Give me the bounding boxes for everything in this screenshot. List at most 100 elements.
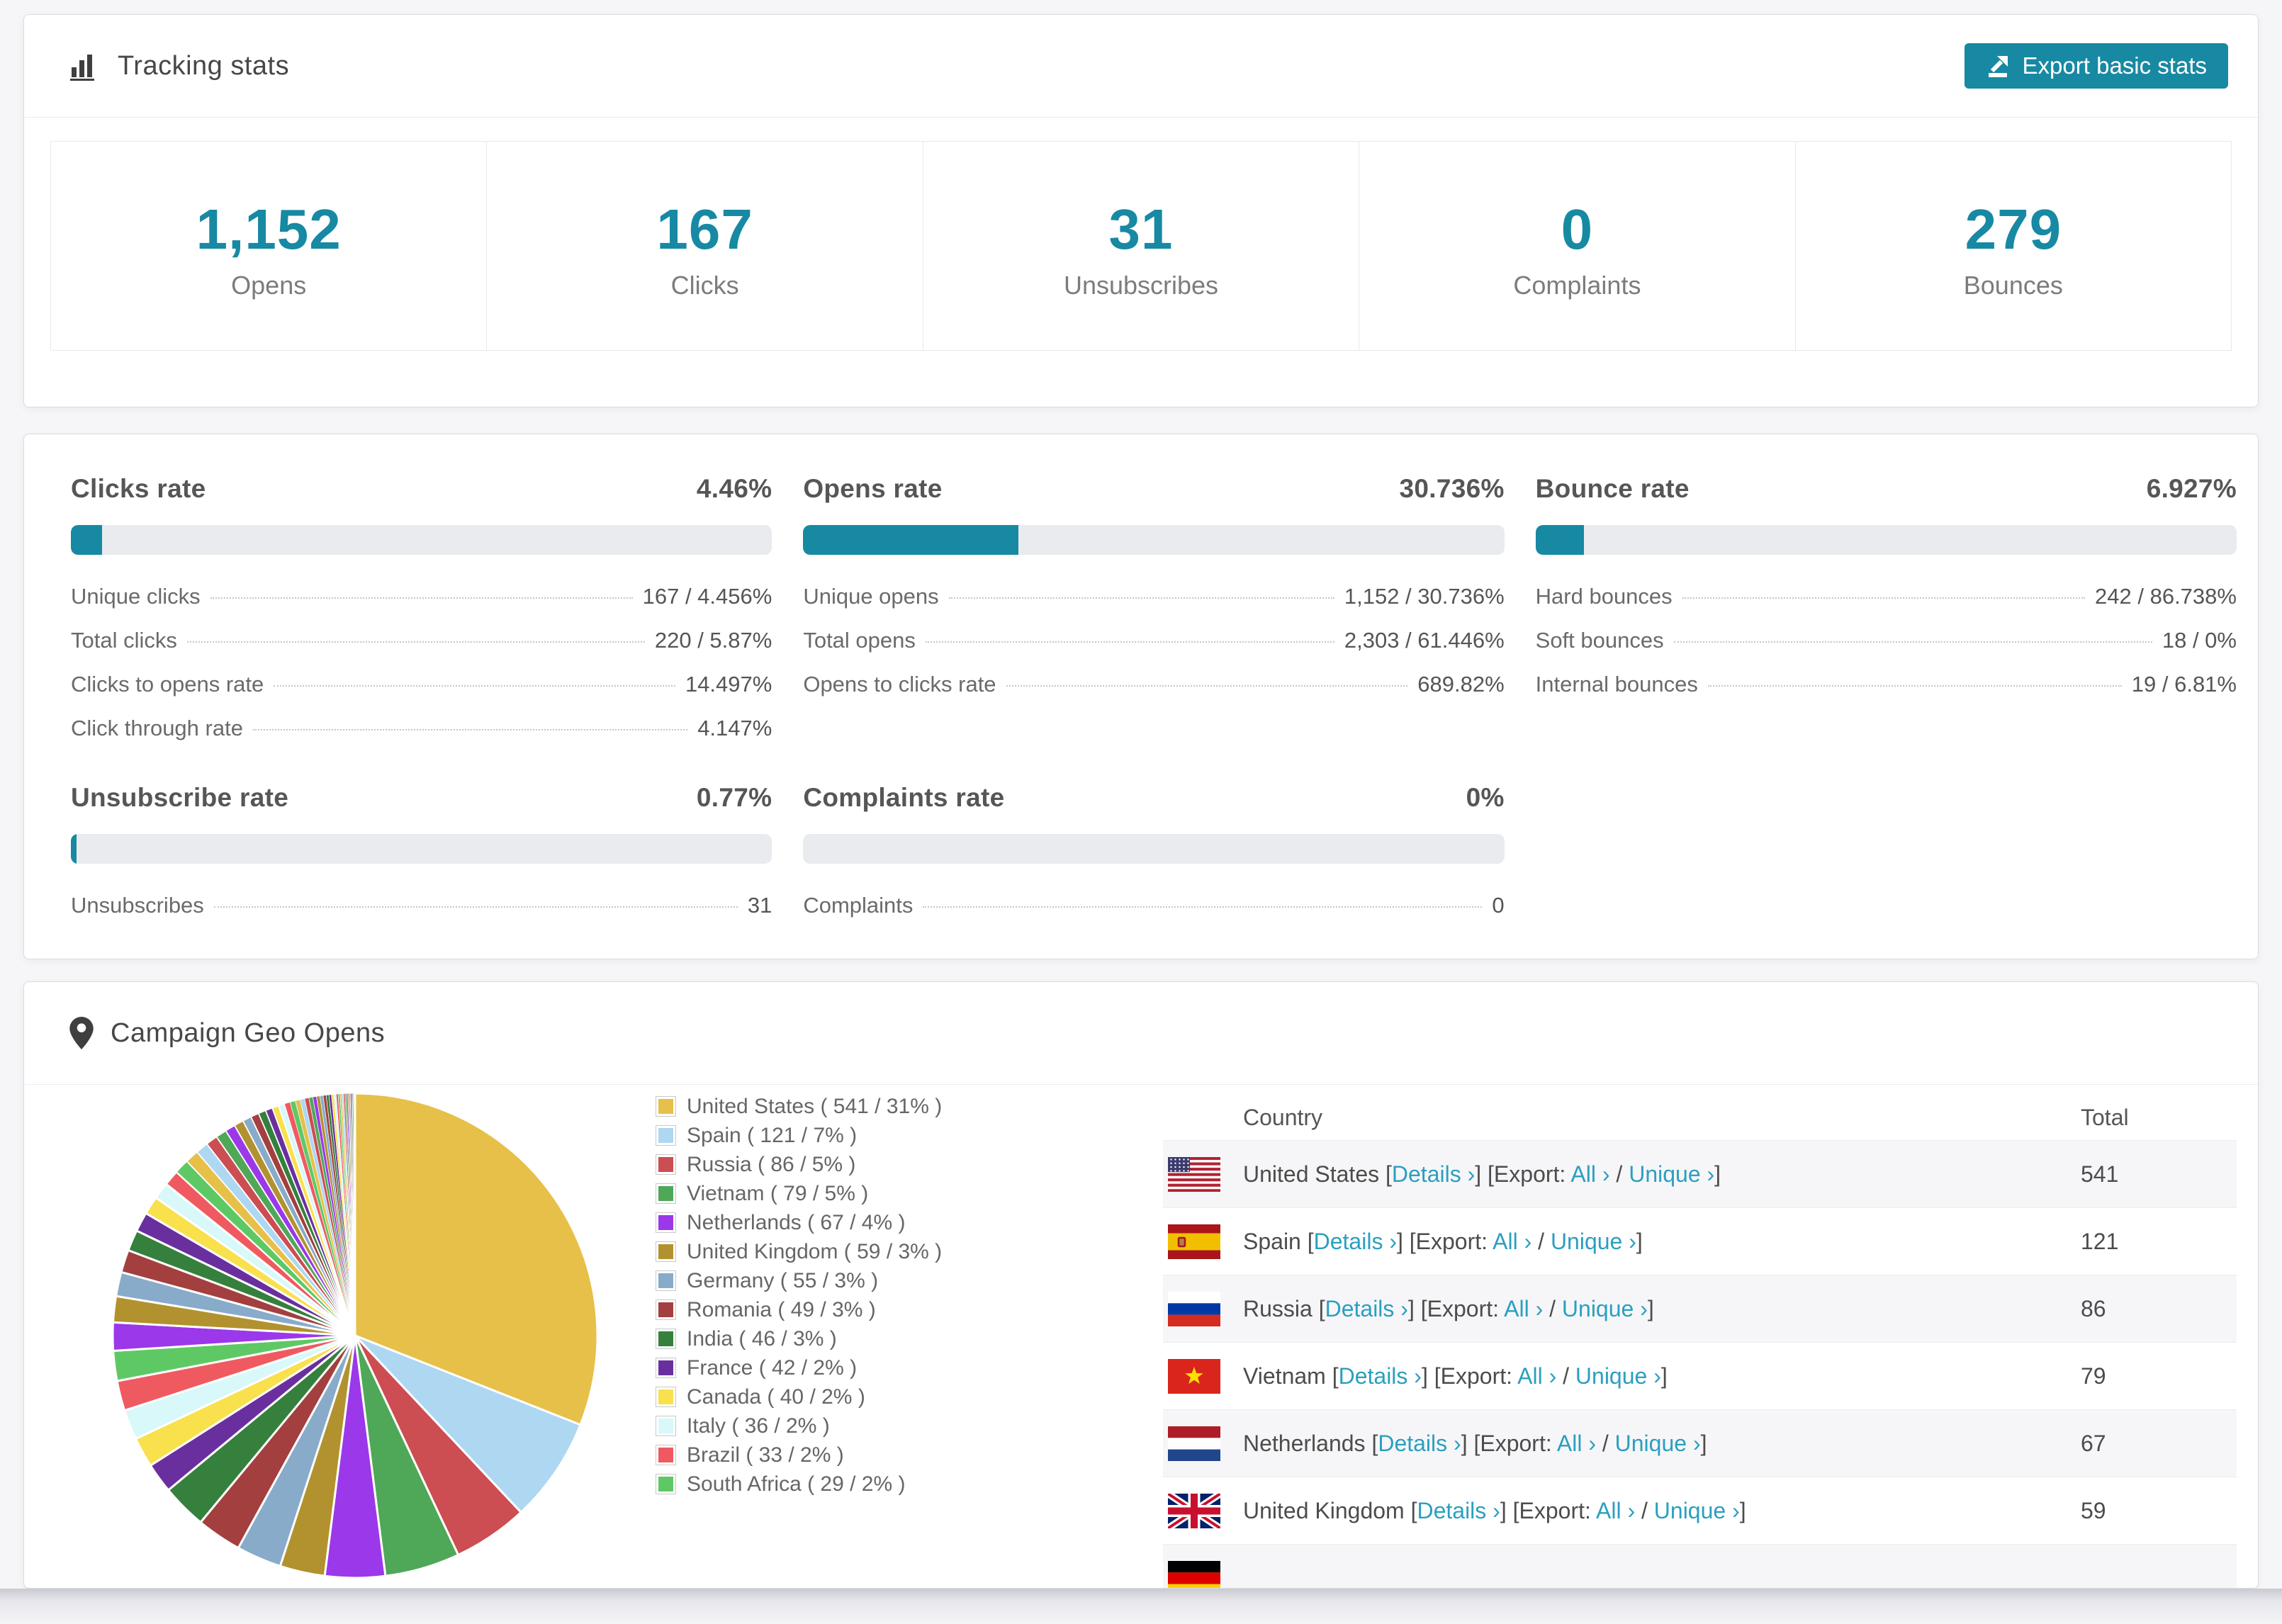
legend-swatch [656, 1387, 675, 1406]
rate-head: Bounce rate 6.927% [1536, 474, 2237, 504]
rate-row: Hard bounces 242 / 86.738% [1536, 575, 2237, 619]
dotted-leader [923, 906, 1483, 908]
table-row-partial [1163, 1544, 2237, 1588]
legend-item[interactable]: United Kingdom ( 59 / 3% ) [656, 1237, 942, 1266]
export-all-link[interactable]: All › [1517, 1363, 1556, 1389]
rate-row-value: 689.82% [1417, 672, 1505, 697]
export-unique-link[interactable]: Unique › [1551, 1229, 1636, 1254]
legend-item[interactable]: Brazil ( 33 / 2% ) [656, 1440, 942, 1470]
export-unique-link[interactable]: Unique › [1654, 1498, 1740, 1523]
legend-label: Vietnam ( 79 / 5% ) [687, 1181, 869, 1205]
export-unique-link[interactable]: Unique › [1575, 1363, 1661, 1389]
rate-block-bounce-rate: Bounce rate 6.927% Hard bounces 242 / 86.73… [1535, 474, 2237, 750]
rate-row-value: 167 / 4.456% [642, 584, 772, 609]
country-cell: Russia [Details ›] [Export: All › / Uniq… [1243, 1295, 1654, 1321]
rate-row-value: 0 [1492, 893, 1505, 918]
export-basic-stats-button[interactable]: Export basic stats [1964, 43, 2228, 89]
legend-label: Spain ( 121 / 7% ) [687, 1123, 858, 1147]
rate-row-label: Unsubscribes [71, 893, 204, 918]
details-link[interactable]: Details › [1339, 1363, 1422, 1389]
rate-value: 30.736% [1399, 474, 1505, 503]
export-all-link[interactable]: All › [1557, 1431, 1596, 1456]
legend-item[interactable]: Italy ( 36 / 2% ) [656, 1411, 942, 1440]
legend-item[interactable]: Germany ( 55 / 3% ) [656, 1266, 942, 1295]
rate-row: Total clicks 220 / 5.87% [71, 619, 772, 662]
total-cell: 67 [2081, 1430, 2106, 1456]
export-unique-link[interactable]: Unique › [1615, 1431, 1701, 1456]
table-row: Vietnam [Details ›] [Export: All › / Uni… [1163, 1342, 2237, 1409]
dotted-leader [1006, 685, 1408, 687]
table-row: United States [Details ›] [Export: All ›… [1163, 1140, 2237, 1207]
rate-block-clicks-rate: Clicks rate 4.46% Unique clicks 167 / 4.456… [71, 474, 772, 750]
legend-swatch [656, 1213, 675, 1232]
details-link[interactable]: Details › [1378, 1431, 1461, 1456]
stat-value: 31 [1108, 198, 1174, 261]
geo-title: Campaign Geo Opens [111, 1017, 386, 1048]
legend-swatch [656, 1242, 675, 1261]
legend-item[interactable]: Netherlands ( 67 / 4% ) [656, 1208, 942, 1237]
legend-item[interactable]: India ( 46 / 3% ) [656, 1324, 942, 1353]
table-row: Russia [Details ›] [Export: All › / Uniq… [1163, 1275, 2237, 1342]
details-link[interactable]: Details › [1325, 1296, 1408, 1321]
pie-legend: United States ( 541 / 31% ) Spain ( 121 /… [656, 1092, 942, 1499]
rate-row: Unsubscribes 31 [71, 884, 772, 927]
progress-bar-fill [803, 525, 1019, 555]
dotted-leader [213, 906, 738, 908]
rate-head: Unsubscribe rate 0.77% [71, 783, 772, 813]
export-unique-link[interactable]: Unique › [1629, 1161, 1714, 1187]
rate-row-value: 1,152 / 30.736% [1344, 584, 1505, 609]
dotted-leader [948, 597, 1334, 599]
rate-row-value: 18 / 0% [2162, 628, 2237, 653]
dotted-leader [1673, 641, 2152, 643]
map-pin-icon [69, 1017, 94, 1049]
rate-row-value: 2,303 / 61.446% [1344, 628, 1505, 653]
rate-row-label: Unique opens [803, 584, 939, 609]
legend-item[interactable]: France ( 42 / 2% ) [656, 1353, 942, 1382]
legend-item[interactable]: South Africa ( 29 / 2% ) [656, 1470, 942, 1499]
details-link[interactable]: Details › [1392, 1161, 1475, 1187]
bottom-page-edge [0, 1589, 2282, 1624]
column-header-total: Total [2081, 1104, 2129, 1130]
export-all-link[interactable]: All › [1596, 1498, 1635, 1523]
country-cell: Vietnam [Details ›] [Export: All › / Uni… [1243, 1363, 1668, 1389]
geo-table-header: Country Total [1163, 1095, 2237, 1140]
rate-row-label: Total clicks [71, 628, 177, 653]
details-link[interactable]: Details › [1314, 1229, 1397, 1254]
legend-item[interactable]: Spain ( 121 / 7% ) [656, 1121, 942, 1150]
total-cell: 79 [2081, 1363, 2106, 1389]
progress-bar-fill [71, 525, 103, 555]
geo-header: Campaign Geo Opens [24, 982, 2258, 1085]
legend-item[interactable]: Russia ( 86 / 5% ) [656, 1150, 942, 1179]
summary-stat-clicks: 167 Clicks [487, 142, 923, 350]
rate-rows: Unique opens 1,152 / 30.736% Total opens 2,… [803, 575, 1504, 706]
total-cell: 86 [2081, 1295, 2106, 1321]
rate-row: Unique opens 1,152 / 30.736% [803, 575, 1504, 619]
legend-item[interactable]: United States ( 541 / 31% ) [656, 1092, 942, 1121]
rate-row-label: Complaints [803, 893, 914, 918]
export-all-link[interactable]: All › [1570, 1161, 1609, 1187]
de-flag-icon [1168, 1560, 1220, 1588]
rate-row-label: Hard bounces [1535, 584, 1673, 609]
export-all-link[interactable]: All › [1493, 1229, 1531, 1254]
rate-block-opens-rate: Opens rate 30.736% Unique opens 1,152 / 30.… [803, 474, 1505, 750]
stat-label: Complaints [1513, 271, 1641, 300]
dotted-leader [1707, 685, 2122, 687]
legend-item[interactable]: Vietnam ( 79 / 5% ) [656, 1179, 942, 1208]
rate-row-label: Click through rate [71, 716, 243, 740]
country-cell: United States [Details ›] [Export: All ›… [1243, 1161, 1721, 1187]
legend-item[interactable]: Canada ( 40 / 2% ) [656, 1382, 942, 1411]
rate-row: Total opens 2,303 / 61.446% [803, 619, 1504, 662]
rate-title: Clicks rate [71, 474, 206, 503]
legend-swatch [656, 1097, 675, 1116]
geo-body: United States ( 541 / 31% ) Spain ( 121 /… [24, 1085, 2258, 1588]
details-link[interactable]: Details › [1417, 1498, 1500, 1523]
export-unique-link[interactable]: Unique › [1562, 1296, 1648, 1321]
rate-row-value: 4.147% [697, 716, 772, 740]
table-row: Netherlands [Details ›] [Export: All › /… [1163, 1409, 2237, 1477]
export-all-link[interactable]: All › [1504, 1296, 1543, 1321]
legend-label: Canada ( 40 / 2% ) [687, 1385, 865, 1409]
legend-item[interactable]: Romania ( 49 / 3% ) [656, 1295, 942, 1324]
rate-row-value: 242 / 86.738% [2095, 584, 2237, 609]
summary-stats-row: 1,152 Opens 167 Clicks 31 Unsubscribes 0 Compla… [50, 141, 2232, 351]
rate-row: Internal bounces 19 / 6.81% [1536, 662, 2237, 706]
